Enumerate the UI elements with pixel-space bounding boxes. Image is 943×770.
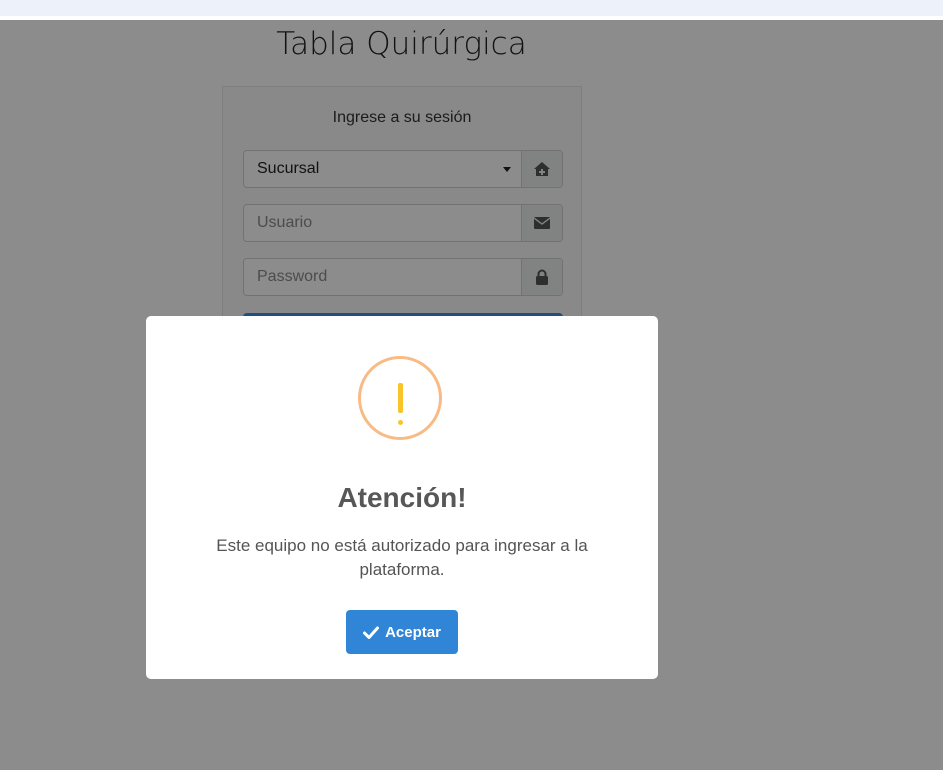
check-icon (363, 626, 380, 639)
warning-bar (398, 383, 403, 413)
browser-top-strip (0, 0, 943, 16)
warning-dot (398, 420, 403, 425)
alert-title: Atención! (337, 482, 467, 513)
alert-dialog: Atención! Este equipo no está autorizado… (146, 316, 658, 679)
accept-button-label: Aceptar (385, 623, 441, 641)
warning-icon (358, 356, 442, 440)
alert-message: Este equipo no está autorizado para ingr… (216, 536, 588, 579)
accept-button[interactable]: Aceptar (346, 610, 458, 654)
